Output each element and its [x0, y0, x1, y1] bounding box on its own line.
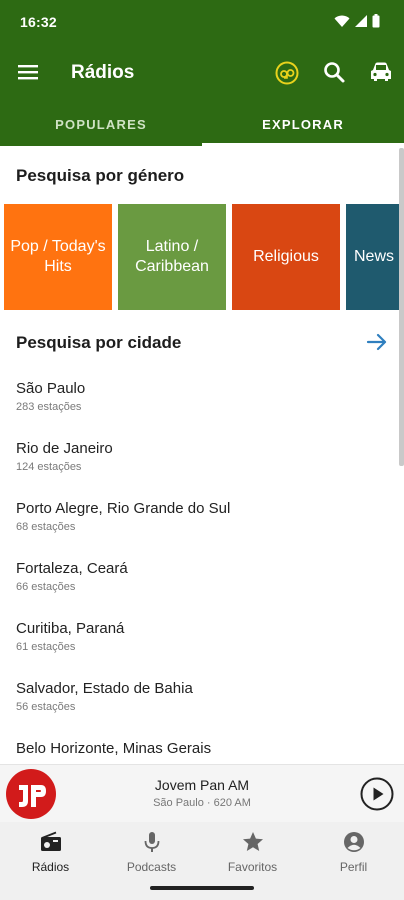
city-station-count: 283 estações — [16, 401, 82, 413]
city-section-title: Pesquisa por cidade — [16, 333, 182, 352]
genre-label: Latino / Caribbean — [135, 238, 209, 275]
city-item[interactable]: Salvador, Estado de Bahia 56 estações — [16, 680, 386, 713]
scrollbar[interactable] — [399, 148, 404, 466]
app-bar: Rádios — [0, 50, 404, 96]
city-name: Salvador, Estado de Bahia — [16, 680, 193, 697]
mini-player[interactable]: Jovem Pan AM São Paulo · 620 AM — [0, 764, 404, 822]
play-icon[interactable] — [360, 777, 394, 811]
nav-label: Favoritos — [227, 860, 278, 874]
tab-explorar[interactable]: EXPLORAR — [202, 104, 404, 146]
car-icon[interactable] — [368, 60, 394, 84]
city-name: Curitiba, Paraná — [16, 620, 125, 637]
city-name: Belo Horizonte, Minas Gerais — [16, 740, 212, 757]
tab-label: POPULARES — [55, 117, 147, 132]
player-station-name: Jovem Pan AM — [154, 777, 250, 793]
tab-populares[interactable]: POPULARES — [0, 104, 202, 146]
genre-card-pop[interactable]: Pop / Today's Hits — [4, 204, 112, 310]
nav-label: Podcasts — [126, 860, 177, 874]
menu-icon[interactable] — [16, 60, 40, 84]
city-name: Fortaleza, Ceará — [16, 560, 128, 577]
genre-card-news[interactable]: News — [346, 204, 404, 310]
city-name: Porto Alegre, Rio Grande do Sul — [16, 500, 231, 517]
status-bar: 16:32 — [0, 0, 404, 44]
city-station-count: 66 estações — [16, 581, 76, 593]
search-icon[interactable] — [322, 60, 346, 84]
city-item[interactable]: Rio de Janeiro 124 estações — [16, 440, 386, 473]
microphone-icon — [144, 832, 159, 852]
genre-card-religious[interactable]: Religious — [232, 204, 340, 310]
genre-label: Religious — [253, 248, 319, 265]
genre-label: Pop / Today's Hits — [10, 238, 106, 275]
app-header: 16:32 Rádios POPULARES EXPLORAR — [0, 0, 404, 146]
tab-label: EXPLORAR — [262, 117, 344, 132]
city-station-count: 124 estações — [16, 461, 82, 473]
player-station-subtitle: São Paulo · 620 AM — [153, 797, 251, 809]
city-item[interactable]: São Paulo 283 estações — [16, 380, 386, 413]
city-station-count: 68 estações — [16, 521, 76, 533]
tab-indicator — [202, 143, 404, 146]
city-item[interactable]: Fortaleza, Ceará 66 estações — [16, 560, 386, 593]
wifi-icon — [334, 15, 350, 27]
arrow-right-icon[interactable] — [366, 332, 388, 352]
star-icon — [242, 832, 263, 851]
genre-carousel[interactable]: Pop / Today's Hits Latino / Caribbean Re… — [4, 204, 404, 310]
gesture-bar[interactable] — [150, 886, 254, 890]
genre-label: News — [354, 248, 395, 265]
genre-section-title: Pesquisa por género — [16, 166, 185, 185]
station-logo — [6, 769, 56, 819]
account-icon — [343, 832, 364, 852]
tab-bar: POPULARES EXPLORAR — [0, 104, 404, 146]
nav-label: Perfil — [339, 860, 368, 874]
page-title: Rádios — [71, 62, 135, 83]
city-name: Rio de Janeiro — [16, 440, 113, 457]
radio-icon — [40, 831, 61, 851]
nav-item-podcasts[interactable]: Podcasts — [101, 830, 202, 874]
signal-icon — [355, 15, 367, 27]
nav-item-perfil[interactable]: Perfil — [303, 830, 404, 874]
battery-icon — [372, 14, 380, 28]
nav-item-radios[interactable]: Rádios — [0, 830, 101, 874]
nav-label: Rádios — [31, 860, 70, 874]
city-station-count: 56 estações — [16, 701, 76, 713]
city-station-count: 61 estações — [16, 641, 76, 653]
city-item[interactable]: Curitiba, Paraná 61 estações — [16, 620, 386, 653]
genre-card-latino[interactable]: Latino / Caribbean — [118, 204, 226, 310]
status-time: 16:32 — [20, 14, 57, 30]
city-item[interactable]: Porto Alegre, Rio Grande do Sul 68 estaç… — [16, 500, 386, 533]
go-icon[interactable] — [274, 60, 300, 86]
city-item[interactable]: Belo Horizonte, Minas Gerais — [16, 740, 386, 757]
city-name: São Paulo — [16, 380, 86, 397]
nav-item-favoritos[interactable]: Favoritos — [202, 830, 303, 874]
status-icons — [334, 14, 380, 28]
